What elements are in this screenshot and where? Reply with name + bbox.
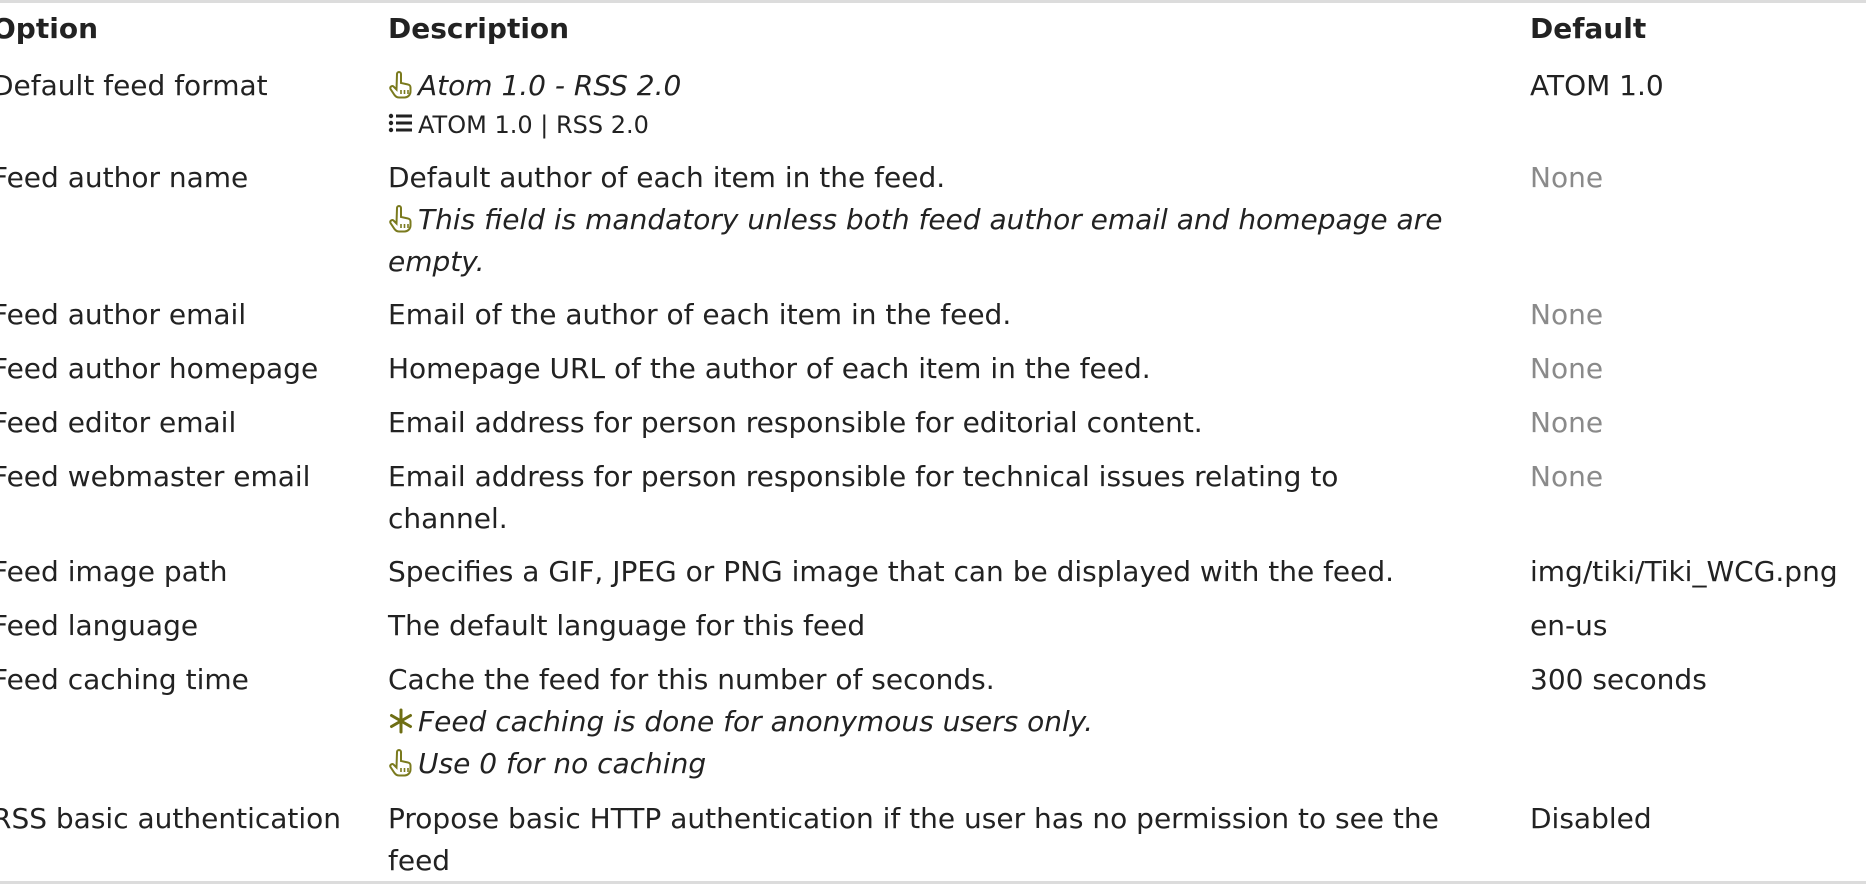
default-value: ATOM 1.0 bbox=[1530, 69, 1664, 102]
hint-text-continued: empty. bbox=[388, 245, 485, 278]
option-name: Feed author email bbox=[0, 298, 247, 331]
pointing-hand-icon bbox=[388, 205, 414, 233]
description-text: Email address for person responsible for… bbox=[388, 406, 1203, 439]
option-name: Feed author homepage bbox=[0, 352, 319, 385]
option-name: Feed author name bbox=[0, 161, 249, 194]
option-name: Feed editor email bbox=[0, 406, 237, 439]
hint-text: Use 0 for no caching bbox=[388, 743, 1518, 785]
default-value: Disabled bbox=[1530, 802, 1652, 835]
pointing-hand-icon bbox=[388, 71, 414, 99]
hint-label: Use 0 for no caching bbox=[418, 747, 707, 780]
default-value: None bbox=[1530, 460, 1604, 493]
description-text: Email of the author of each item in the … bbox=[388, 298, 1012, 331]
description-text-continued: feed bbox=[388, 844, 451, 877]
option-name: Feed language bbox=[0, 609, 199, 642]
option-description: The default language for this feed bbox=[388, 605, 1518, 647]
description-text-continued: channel. bbox=[388, 502, 508, 535]
hint-label: Atom 1.0 - RSS 2.0 bbox=[418, 69, 682, 102]
default-value: None bbox=[1530, 352, 1604, 385]
option-name: Feed webmaster email bbox=[0, 460, 311, 493]
description-text: Specifies a GIF, JPEG or PNG image that … bbox=[388, 555, 1395, 588]
description-text: The default language for this feed bbox=[388, 609, 866, 642]
hint-text: Atom 1.0 - RSS 2.0 bbox=[388, 65, 1518, 107]
default-value: en-us bbox=[1530, 609, 1608, 642]
option-name: Default feed format bbox=[0, 69, 268, 102]
pointing-hand-icon bbox=[388, 749, 414, 777]
column-header-default: Default bbox=[1530, 12, 1647, 45]
allowed-options-label: ATOM 1.0 | RSS 2.0 bbox=[418, 111, 649, 139]
option-name: RSS basic authentication bbox=[0, 802, 342, 835]
allowed-options: ATOM 1.0 | RSS 2.0 bbox=[388, 107, 1518, 143]
option-description: Homepage URL of the author of each item … bbox=[388, 348, 1518, 390]
preferences-table: Option Description Default Default feed … bbox=[0, 0, 1866, 884]
default-value: None bbox=[1530, 406, 1604, 439]
option-name: Feed image path bbox=[0, 555, 228, 588]
description-text: Default author of each item in the feed. bbox=[388, 161, 946, 194]
option-description: Email address for person responsible for… bbox=[388, 402, 1518, 444]
option-description: Cache the feed for this number of second… bbox=[388, 659, 1518, 785]
option-description: Email of the author of each item in the … bbox=[388, 294, 1518, 336]
warning-label: Feed caching is done for anonymous users… bbox=[418, 705, 1094, 738]
option-name: Feed caching time bbox=[0, 663, 249, 696]
column-header-option: Option bbox=[0, 12, 98, 45]
option-description: Email address for person responsible for… bbox=[388, 456, 1518, 540]
column-header-description: Description bbox=[388, 12, 570, 45]
default-value: None bbox=[1530, 298, 1604, 331]
description-text: Cache the feed for this number of second… bbox=[388, 663, 995, 696]
asterisk-icon bbox=[388, 707, 414, 735]
hint-label: This field is mandatory unless both feed… bbox=[418, 203, 1443, 236]
option-description: Default author of each item in the feed.… bbox=[388, 157, 1518, 283]
default-value: 300 seconds bbox=[1530, 663, 1707, 696]
description-text: Email address for person responsible for… bbox=[388, 460, 1339, 493]
option-description: Atom 1.0 - RSS 2.0 ATOM 1.0 | RSS 2.0 bbox=[388, 65, 1518, 143]
default-value: None bbox=[1530, 161, 1604, 194]
option-description: Propose basic HTTP authentication if the… bbox=[388, 798, 1518, 882]
description-text: Propose basic HTTP authentication if the… bbox=[388, 802, 1439, 835]
default-value: img/tiki/Tiki_WCG.png bbox=[1530, 555, 1838, 588]
list-icon bbox=[388, 111, 414, 135]
option-description: Specifies a GIF, JPEG or PNG image that … bbox=[388, 551, 1518, 593]
description-text: Homepage URL of the author of each item … bbox=[388, 352, 1151, 385]
warning-text: Feed caching is done for anonymous users… bbox=[388, 701, 1518, 743]
hint-text: This field is mandatory unless both feed… bbox=[388, 199, 1518, 241]
